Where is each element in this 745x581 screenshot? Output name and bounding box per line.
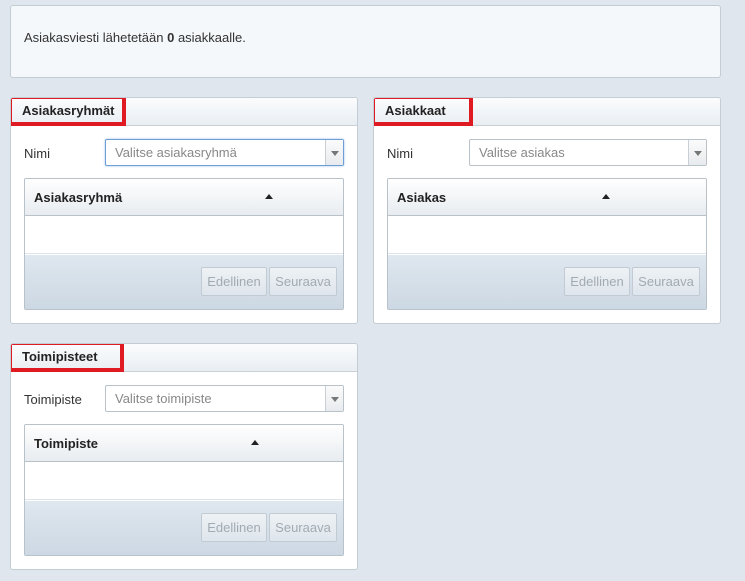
column-header-label: Toimipiste <box>34 436 99 451</box>
panel-title: Asiakkaat <box>374 98 473 126</box>
sort-ascending-icon[interactable] <box>265 194 273 199</box>
customer-select[interactable]: Valitse asiakas <box>469 139 707 166</box>
customers-panel: Asiakkaat Nimi Valitse asiakas Asiakas E… <box>373 97 721 324</box>
chevron-down-icon[interactable] <box>325 386 343 411</box>
panel-header: Asiakkaat <box>374 98 720 126</box>
chevron-down-icon[interactable] <box>325 140 343 165</box>
field-label: Nimi <box>24 146 50 161</box>
location-select[interactable]: Valitse toimipiste <box>105 385 344 412</box>
grid-column-header[interactable]: Toimipiste <box>25 425 343 462</box>
panel-title: Asiakasryhmät <box>11 98 126 126</box>
customer-field: Nimi Valitse asiakas <box>387 139 707 167</box>
recipient-count-message: Asiakasviesti lähetetään 0 asiakkaalle. <box>10 5 721 78</box>
column-header-label: Asiakasryhmä <box>34 190 123 205</box>
previous-button[interactable]: Edellinen <box>201 267 267 296</box>
panel-header: Asiakasryhmät <box>11 98 357 126</box>
column-header-label: Asiakas <box>397 190 447 205</box>
grid-column-header[interactable]: Asiakasryhmä <box>25 179 343 216</box>
chevron-down-icon[interactable] <box>688 140 706 165</box>
message-prefix: Asiakasviesti lähetetään <box>24 30 168 45</box>
grid-pager: Edellinen Seuraava <box>25 255 343 309</box>
grid-pager: Edellinen Seuraava <box>25 501 343 555</box>
customer-group-select[interactable]: Valitse asiakasryhmä <box>105 139 344 166</box>
select-placeholder: Valitse asiakasryhmä <box>115 145 237 160</box>
sort-ascending-icon[interactable] <box>602 194 610 199</box>
message-suffix: asiakkaalle. <box>174 30 246 45</box>
location-field: Toimipiste Valitse toimipiste <box>24 385 344 413</box>
field-label: Nimi <box>387 146 413 161</box>
customer-group-field: Nimi Valitse asiakasryhmä <box>24 139 344 167</box>
location-grid: Toimipiste Edellinen Seuraava <box>24 424 344 556</box>
next-button[interactable]: Seuraava <box>269 267 337 296</box>
next-button[interactable]: Seuraava <box>632 267 700 296</box>
sort-ascending-icon[interactable] <box>251 440 259 445</box>
grid-column-header[interactable]: Asiakas <box>388 179 706 216</box>
grid-pager: Edellinen Seuraava <box>388 255 706 309</box>
grid-body <box>25 216 343 254</box>
panel-header: Toimipisteet <box>11 344 357 372</box>
grid-body <box>25 462 343 500</box>
previous-button[interactable]: Edellinen <box>201 513 267 542</box>
select-placeholder: Valitse toimipiste <box>115 391 212 406</box>
customer-groups-panel: Asiakasryhmät Nimi Valitse asiakasryhmä … <box>10 97 358 324</box>
field-label: Toimipiste <box>24 392 82 407</box>
panel-title: Toimipisteet <box>11 344 124 372</box>
previous-button[interactable]: Edellinen <box>564 267 630 296</box>
next-button[interactable]: Seuraava <box>269 513 337 542</box>
customer-group-grid: Asiakasryhmä Edellinen Seuraava <box>24 178 344 310</box>
select-placeholder: Valitse asiakas <box>479 145 565 160</box>
locations-panel: Toimipisteet Toimipiste Valitse toimipis… <box>10 343 358 570</box>
grid-body <box>388 216 706 254</box>
customer-grid: Asiakas Edellinen Seuraava <box>387 178 707 310</box>
